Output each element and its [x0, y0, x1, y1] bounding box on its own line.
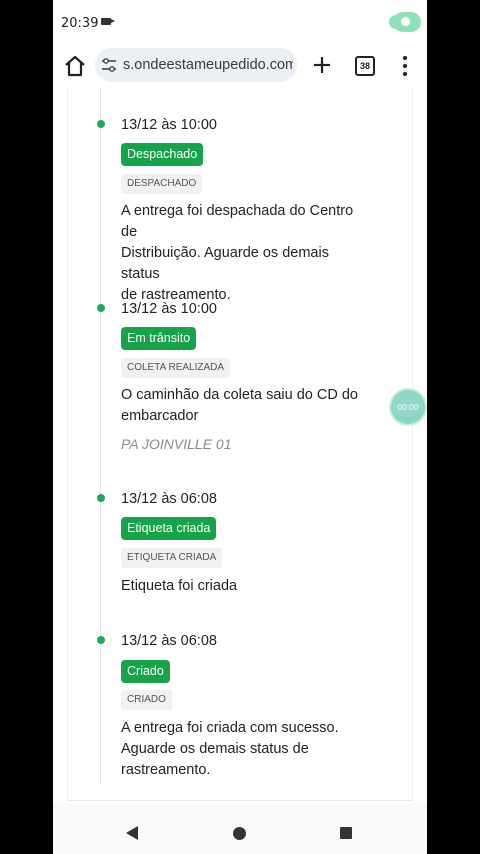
tracking-card: [67, 88, 413, 801]
back-icon[interactable]: [126, 826, 138, 840]
screen-recording-icon[interactable]: [389, 12, 421, 32]
home-nav-icon[interactable]: [233, 827, 246, 840]
timeline-dot: [97, 120, 105, 128]
timeline-line: [100, 88, 101, 784]
status-code: CRIADO: [121, 690, 172, 710]
event-description: O caminhão da coleta saiu do CD do embar…: [121, 387, 358, 424]
status-badge: Despachado: [121, 143, 204, 166]
more-menu-icon[interactable]: [403, 56, 407, 76]
tab-switcher-button[interactable]: 38: [355, 56, 375, 76]
status-code: COLETA REALIZADA: [121, 358, 231, 378]
video-camera-icon: [101, 18, 115, 25]
address-bar[interactable]: s.ondeestameupedido.com: [95, 48, 297, 82]
tracking-page: 13/12 às 10:00 Despachado DESPACHADO A e…: [53, 88, 427, 804]
status-bar: 20:39: [53, 0, 427, 44]
event-date: 13/12 às 06:08: [121, 633, 217, 649]
floating-timer-button[interactable]: 00:00: [389, 388, 427, 426]
status-code: DESPACHADO: [121, 174, 203, 194]
timeline-dot: [97, 636, 105, 644]
status-badge: Em trânsito: [121, 327, 197, 350]
home-icon[interactable]: [63, 54, 87, 78]
recents-icon[interactable]: [340, 827, 352, 839]
status-badge: Etiqueta criada: [121, 517, 217, 540]
event-description: A entrega foi criada com sucesso. Aguard…: [121, 720, 339, 778]
event-date: 13/12 às 10:00: [121, 301, 217, 317]
timeline-dot: [97, 304, 105, 312]
event-description: A entrega foi despachada do Centro de Di…: [121, 203, 354, 303]
phone-screen: 20:39 s.ondeestameupedido.com 38 13/12 à…: [53, 0, 427, 854]
event-date: 13/12 às 10:00: [121, 117, 217, 133]
timeline-dot: [97, 494, 105, 502]
status-badge: Criado: [121, 660, 170, 683]
browser-toolbar: s.ondeestameupedido.com 38: [53, 44, 427, 88]
status-time: 20:39: [61, 16, 99, 31]
status-code: ETIQUETA CRIADA: [121, 548, 223, 568]
url-text[interactable]: s.ondeestameupedido.com: [123, 57, 293, 73]
new-tab-icon[interactable]: [311, 54, 333, 76]
event-date: 13/12 às 06:08: [121, 491, 217, 507]
android-nav-bar: [53, 804, 427, 854]
event-location: PA JOINVILLE 01: [121, 436, 232, 452]
event-description: Etiqueta foi criada: [121, 578, 238, 594]
site-settings-icon[interactable]: [101, 57, 117, 73]
